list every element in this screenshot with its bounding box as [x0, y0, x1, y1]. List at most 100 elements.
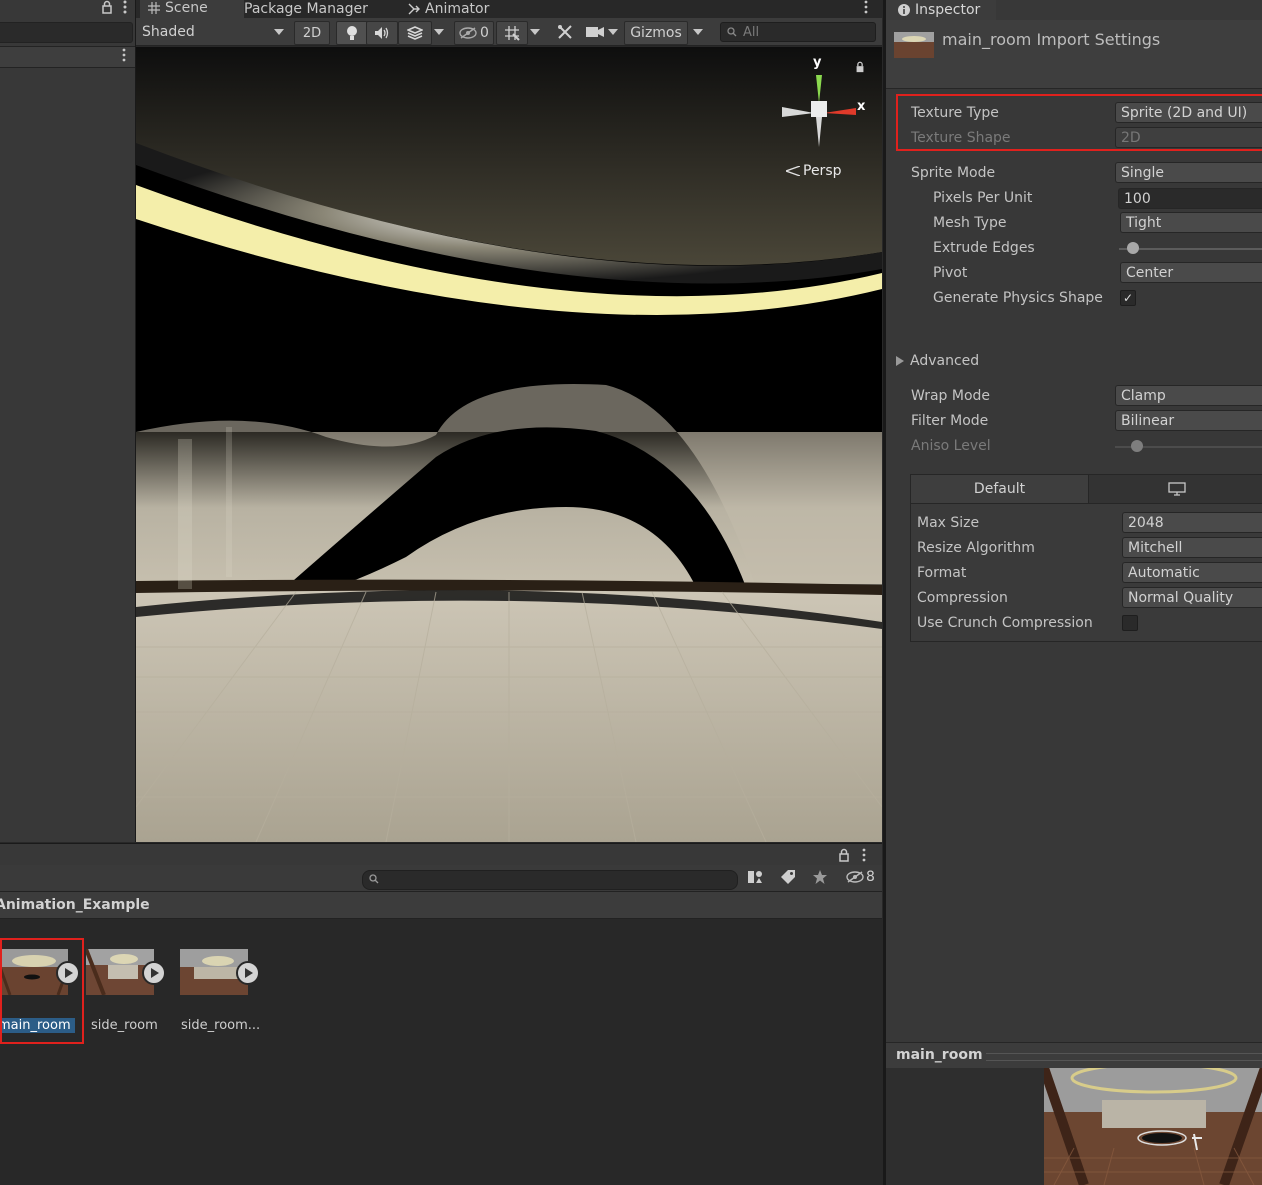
highlight-box-texture-type	[896, 94, 1262, 151]
tab-scene[interactable]: Scene	[140, 0, 244, 18]
breadcrumb-folder[interactable]: Animation_Example	[0, 897, 150, 913]
pixels-per-unit-value: 100	[1124, 191, 1151, 207]
format-dropdown[interactable]: Automatic	[1122, 562, 1262, 583]
hidden-packages-toggle[interactable]: 8	[846, 869, 875, 885]
grid-snap-icon	[504, 25, 520, 41]
inspector-panel: Inspector main_room Import Settings Text…	[883, 0, 1262, 1185]
hidden-count: 0	[480, 25, 489, 41]
hidden-packages-count: 8	[866, 869, 875, 885]
extrude-edges-slider-handle[interactable]	[1127, 242, 1139, 254]
2d-toggle-button[interactable]: 2D	[294, 21, 330, 45]
asset-side-room[interactable]: side_room	[84, 949, 166, 1049]
scene-viewport[interactable]: y x Persp	[136, 47, 882, 842]
filter-mode-dropdown[interactable]: Bilinear	[1115, 410, 1262, 431]
tab-package-manager[interactable]: Package Manager	[244, 0, 368, 18]
chevron-down-icon	[434, 29, 444, 35]
extrude-edges-label: Extrude Edges	[933, 240, 1035, 256]
lock-icon[interactable]	[838, 848, 850, 862]
perspective-icon	[786, 166, 800, 176]
lock-icon[interactable]	[101, 0, 113, 14]
effects-toggle-button[interactable]	[398, 21, 432, 45]
aniso-level-label: Aniso Level	[911, 438, 991, 454]
asset-name: side_room...	[181, 1018, 261, 1033]
tab-inspector[interactable]: Inspector	[886, 0, 996, 20]
gizmo-axis-x: x	[857, 99, 866, 114]
visibility-icon	[846, 871, 864, 883]
kebab-menu-icon[interactable]	[123, 0, 127, 14]
filter-mode-label: Filter Mode	[911, 413, 989, 429]
use-crunch-compression-checkbox[interactable]	[1122, 615, 1138, 631]
tab-animator-label: Animator	[425, 1, 490, 17]
advanced-label: Advanced	[910, 353, 980, 369]
max-size-dropdown[interactable]: 2048	[1122, 512, 1262, 533]
hierarchy-scene-row[interactable]	[0, 46, 135, 68]
star-icon[interactable]	[812, 869, 828, 885]
breadcrumb[interactable]: Animation_Example	[0, 892, 882, 919]
tools-button[interactable]	[554, 21, 576, 43]
mesh-type-dropdown[interactable]: Tight	[1120, 212, 1262, 233]
camera-settings-dropdown[interactable]	[586, 21, 622, 43]
inspector-title: main_room Import Settings	[942, 30, 1161, 49]
project-panel: 8 Animation_Example main_room side_room …	[0, 843, 882, 1185]
audio-toggle-button[interactable]	[366, 21, 398, 45]
2d-toggle-label: 2D	[302, 25, 322, 41]
asset-side-room-2[interactable]: side_room...	[178, 949, 260, 1049]
hierarchy-panel	[0, 0, 136, 842]
grid-dropdown[interactable]	[530, 21, 544, 43]
advanced-foldout[interactable]: Advanced	[896, 353, 979, 369]
tab-platform-default[interactable]: Default	[911, 475, 1089, 503]
use-crunch-compression-label: Use Crunch Compression	[917, 615, 1093, 631]
aniso-level-slider-handle	[1131, 440, 1143, 452]
hidden-objects-button[interactable]: 0	[454, 21, 494, 45]
tab-platform-standalone[interactable]	[1089, 475, 1262, 503]
project-panel-header	[0, 843, 882, 866]
shading-mode-dropdown[interactable]: Shaded	[138, 21, 288, 43]
lighting-toggle-button[interactable]	[336, 21, 368, 45]
kebab-menu-icon[interactable]	[862, 848, 866, 862]
chevron-down-icon	[274, 29, 284, 35]
kebab-menu-icon[interactable]	[864, 0, 868, 14]
scene-search-input[interactable]: All	[720, 22, 876, 42]
search-icon	[369, 874, 379, 884]
pivot-value: Center	[1126, 265, 1174, 281]
platform-settings: Default Max Size 2048 Resize Algorithm M…	[910, 474, 1262, 642]
effects-dropdown[interactable]	[434, 21, 448, 43]
kebab-menu-icon[interactable]	[122, 48, 126, 62]
pixels-per-unit-input[interactable]: 100	[1118, 188, 1262, 209]
projection-toggle[interactable]: Persp	[786, 163, 842, 179]
preview-area	[886, 1068, 1262, 1185]
play-icon[interactable]	[236, 961, 260, 985]
gizmos-button[interactable]: Gizmos	[624, 21, 688, 45]
compression-dropdown[interactable]: Normal Quality	[1122, 587, 1262, 608]
lock-icon[interactable]	[854, 61, 866, 73]
orientation-gizmo[interactable]: y x	[776, 55, 866, 155]
generate-physics-shape-checkbox[interactable]: ✓	[1120, 290, 1136, 306]
scene-toolbar: Shaded 2D 0 Gizmos All	[136, 18, 882, 46]
resize-algorithm-value: Mitchell	[1128, 540, 1183, 556]
sprite-mode-label: Sprite Mode	[911, 165, 996, 181]
preview-header[interactable]: main_room	[886, 1042, 1262, 1069]
tab-animator[interactable]: Animator	[408, 0, 489, 18]
resize-algorithm-dropdown[interactable]: Mitchell	[1122, 537, 1262, 558]
hierarchy-search-input[interactable]	[0, 22, 133, 43]
platform-default-label: Default	[973, 481, 1026, 497]
extrude-edges-slider-track[interactable]	[1119, 248, 1262, 250]
preview-resize-handle[interactable]	[986, 1053, 1262, 1061]
wrap-mode-dropdown[interactable]: Clamp	[1115, 385, 1262, 406]
tag-icon[interactable]	[780, 869, 796, 885]
sprite-mode-dropdown[interactable]: Single	[1115, 162, 1262, 183]
wrap-mode-label: Wrap Mode	[911, 388, 991, 404]
max-size-value: 2048	[1128, 515, 1164, 531]
hierarchy-header-icons	[101, 0, 127, 14]
pivot-dropdown[interactable]: Center	[1120, 262, 1262, 283]
checkmark-icon: ✓	[1122, 291, 1134, 305]
play-icon[interactable]	[142, 961, 166, 985]
filter-by-type-icon[interactable]	[746, 869, 764, 885]
tools-icon	[557, 24, 573, 40]
gizmos-dropdown[interactable]	[688, 21, 708, 43]
effects-icon	[407, 26, 423, 40]
grid-snap-button[interactable]	[496, 21, 528, 45]
project-search-input[interactable]	[362, 870, 738, 890]
chevron-down-icon	[693, 29, 703, 35]
projection-label: Persp	[803, 163, 842, 179]
